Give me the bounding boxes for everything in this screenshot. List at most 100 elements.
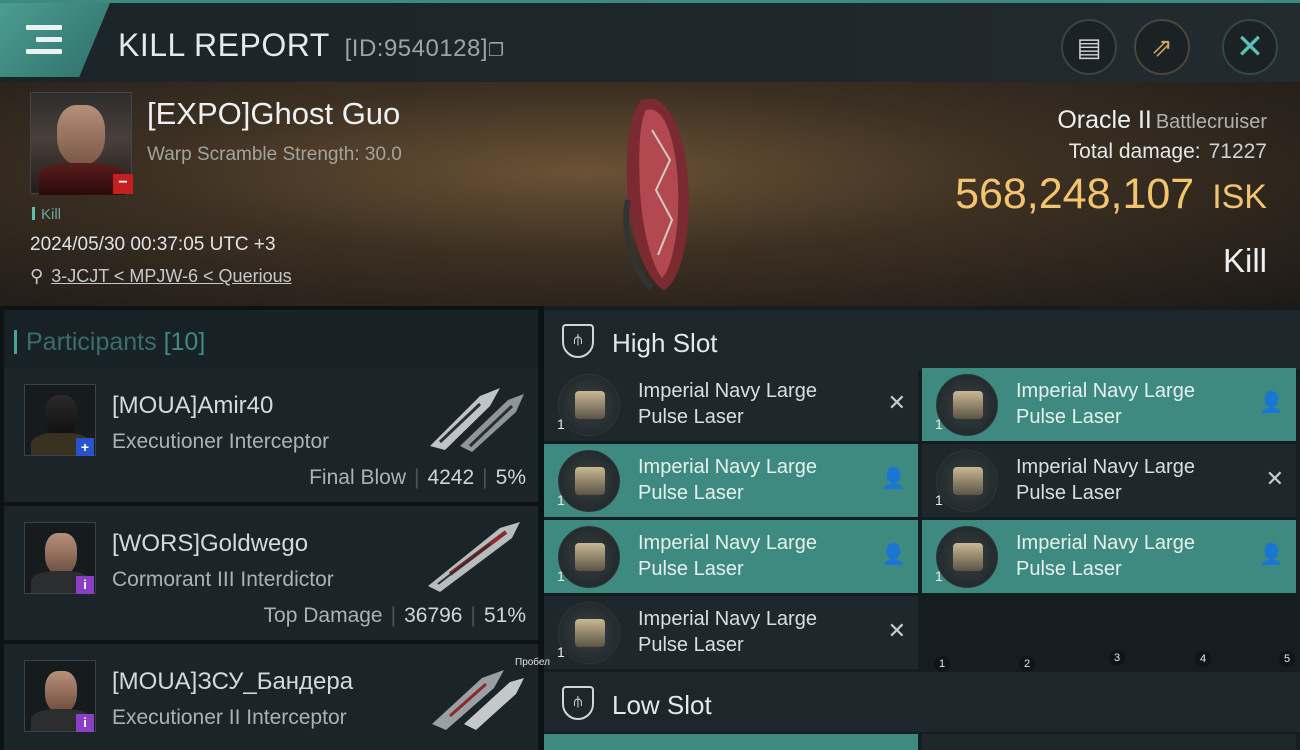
module-qty: 1 bbox=[557, 492, 565, 508]
module-item[interactable]: 1 Imperial Navy Large Pulse Laser ✕ bbox=[922, 444, 1296, 517]
location-pin-icon: ⚲ bbox=[30, 266, 44, 286]
participants-header: Participants [10] bbox=[4, 310, 538, 368]
low-slot-label: Low Slot bbox=[612, 690, 712, 720]
person-icon: 👤 bbox=[1259, 544, 1284, 566]
participant-badge: i bbox=[76, 714, 94, 732]
kill-datetime: 2024/05/30 00:37:05 UTC +3 bbox=[30, 234, 276, 255]
high-slot-icon: ⫛ bbox=[562, 324, 594, 358]
high-slot-label: High Slot bbox=[612, 328, 718, 358]
participant-ship: Cormorant III Interdictor bbox=[112, 568, 334, 591]
hotkey-4: 4 bbox=[1195, 651, 1211, 667]
pulse-laser-icon bbox=[558, 602, 620, 664]
hamburger-icon bbox=[26, 25, 62, 55]
participant-percent: 5% bbox=[495, 466, 526, 489]
module-item[interactable]: 1 Imperial Navy Large Pulse Laser ✕ bbox=[544, 596, 918, 669]
isk-unit: ISK bbox=[1212, 178, 1267, 216]
low-slot-header: ⫛ Low Slot bbox=[544, 672, 1300, 732]
ship-name-text: Oracle II bbox=[1057, 106, 1152, 134]
security-badge: − bbox=[113, 174, 133, 194]
report-id: [ID:9540128] bbox=[344, 35, 489, 62]
isk-amount: 568,248,107 bbox=[955, 170, 1195, 218]
victim-name[interactable]: [EXPO]Ghost Guo bbox=[147, 96, 400, 132]
participant-ship-image bbox=[428, 522, 520, 592]
participant-percent: 51% bbox=[483, 604, 526, 627]
share-button[interactable]: ⇗ bbox=[1134, 19, 1190, 75]
module-item[interactable] bbox=[922, 734, 1296, 750]
module-qty: 1 bbox=[557, 644, 565, 660]
result-label: Kill bbox=[1222, 242, 1267, 279]
module-name: Imperial Navy Large Pulse Laser bbox=[638, 456, 817, 504]
module-qty: 1 bbox=[935, 492, 943, 508]
destroyed-icon: ✕ bbox=[887, 618, 906, 643]
total-damage-value: 71227 bbox=[1208, 140, 1267, 163]
destroyed-icon: ✕ bbox=[887, 390, 906, 415]
close-icon: ✕ bbox=[1235, 28, 1265, 66]
victim-ship-image[interactable] bbox=[612, 90, 702, 295]
menu-button[interactable] bbox=[0, 3, 110, 77]
close-button[interactable]: ✕ bbox=[1222, 19, 1278, 75]
destroyed-icon: ✕ bbox=[1265, 466, 1284, 491]
module-name: Imperial Navy Large Pulse Laser bbox=[1016, 380, 1195, 428]
isk-value: 568,248,107 ISK bbox=[955, 170, 1267, 219]
kill-location[interactable]: ⚲ 3-JCJT < MPJW-6 < Querious bbox=[30, 266, 292, 287]
participant-name: [MOUA]ЗСУ_Бандера bbox=[112, 668, 354, 695]
hotkey-5: 5 bbox=[1279, 651, 1295, 667]
module-name: Imperial Navy Large Pulse Laser bbox=[1016, 456, 1195, 504]
clipboard-icon: ▤ bbox=[1076, 31, 1102, 62]
pulse-laser-icon bbox=[936, 526, 998, 588]
person-icon: 👤 bbox=[881, 468, 906, 490]
participant-role: Top Damage bbox=[263, 604, 383, 627]
participant-row[interactable]: i [WORS]Goldwego Cormorant III Interdict… bbox=[4, 506, 538, 640]
fitting-panel: ⫛ High Slot 1 Imperial Navy Large Pulse … bbox=[544, 306, 1300, 750]
total-damage-label: Total damage: bbox=[1068, 140, 1201, 163]
hotkey-1: 1 bbox=[934, 656, 950, 672]
participants-count: [10] bbox=[163, 328, 206, 356]
participant-ship: Executioner Interceptor bbox=[112, 430, 330, 453]
copy-id-icon[interactable]: ❐ bbox=[488, 40, 505, 60]
pulse-laser-icon bbox=[936, 450, 998, 512]
module-item[interactable]: 1 Imperial Navy Large Pulse Laser 👤 bbox=[544, 444, 918, 517]
participants-panel: Participants [10] + [MOUA]Amir40 Executi… bbox=[0, 306, 540, 750]
participant-ship-image bbox=[430, 388, 524, 452]
top-bar: KILL REPORT [ID:9540128]❐ ▤ ⇗ ✕ bbox=[0, 0, 1300, 82]
person-icon: 👤 bbox=[1259, 392, 1284, 414]
participant-badge: + bbox=[76, 438, 94, 456]
pulse-laser-icon bbox=[558, 450, 620, 512]
module-item[interactable]: 1 Imperial Navy Large Pulse Laser 👤 bbox=[922, 368, 1296, 441]
hotkey-3: 3 bbox=[1109, 650, 1125, 666]
participant-damage: 4242 bbox=[427, 466, 475, 489]
warp-scramble-strength: Warp Scramble Strength: 30.0 bbox=[147, 144, 402, 165]
module-item[interactable]: 1 Imperial Navy Large Pulse Laser 👤 bbox=[922, 520, 1296, 593]
module-item[interactable] bbox=[544, 734, 918, 750]
module-item[interactable]: 1 Imperial Navy Large Pulse Laser ✕ bbox=[544, 368, 918, 441]
hotkey-2: 2 bbox=[1019, 656, 1035, 672]
pulse-laser-icon bbox=[936, 374, 998, 436]
total-damage: Total damage: 71227 bbox=[1069, 140, 1267, 164]
participant-stats: Final Blow | 4242 | 5% bbox=[309, 466, 526, 489]
module-name: Imperial Navy Large Pulse Laser bbox=[638, 380, 817, 428]
participant-role: Final Blow bbox=[309, 466, 406, 489]
ship-class: Battlecruiser bbox=[1155, 111, 1267, 133]
location-path[interactable]: 3-JCJT < MPJW-6 < Querious bbox=[51, 266, 291, 286]
person-icon: 👤 bbox=[881, 544, 906, 566]
victim-banner: [EXPO]Ghost Guo Warp Scramble Strength: … bbox=[0, 82, 1300, 306]
kill-tag: Kill bbox=[32, 206, 61, 223]
participant-ship: Executioner II Interceptor bbox=[112, 706, 347, 729]
participant-stats: Top Damage | 36796 | 51% bbox=[263, 604, 526, 627]
participant-name: [MOUA]Amir40 bbox=[112, 392, 274, 419]
module-qty: 1 bbox=[935, 416, 943, 432]
high-slot-header: ⫛ High Slot bbox=[544, 310, 1300, 370]
participant-row[interactable]: i [MOUA]ЗСУ_Бандера Executioner II Inter… bbox=[4, 644, 538, 750]
participant-badge: i bbox=[76, 576, 94, 594]
participants-label: Participants bbox=[26, 328, 157, 356]
participant-row[interactable]: + [MOUA]Amir40 Executioner Interceptor F… bbox=[4, 368, 538, 502]
low-slot-icon: ⫛ bbox=[562, 686, 594, 720]
module-item[interactable]: 1 Imperial Navy Large Pulse Laser 👤 bbox=[544, 520, 918, 593]
module-qty: 1 bbox=[557, 568, 565, 584]
participant-damage: 36796 bbox=[404, 604, 463, 627]
clipboard-button[interactable]: ▤ bbox=[1061, 19, 1117, 75]
module-qty: 1 bbox=[557, 416, 565, 432]
victim-ship-name[interactable]: Oracle II Battlecruiser bbox=[1057, 106, 1267, 135]
module-name: Imperial Navy Large Pulse Laser bbox=[638, 608, 817, 656]
participant-ship-image bbox=[432, 670, 524, 730]
